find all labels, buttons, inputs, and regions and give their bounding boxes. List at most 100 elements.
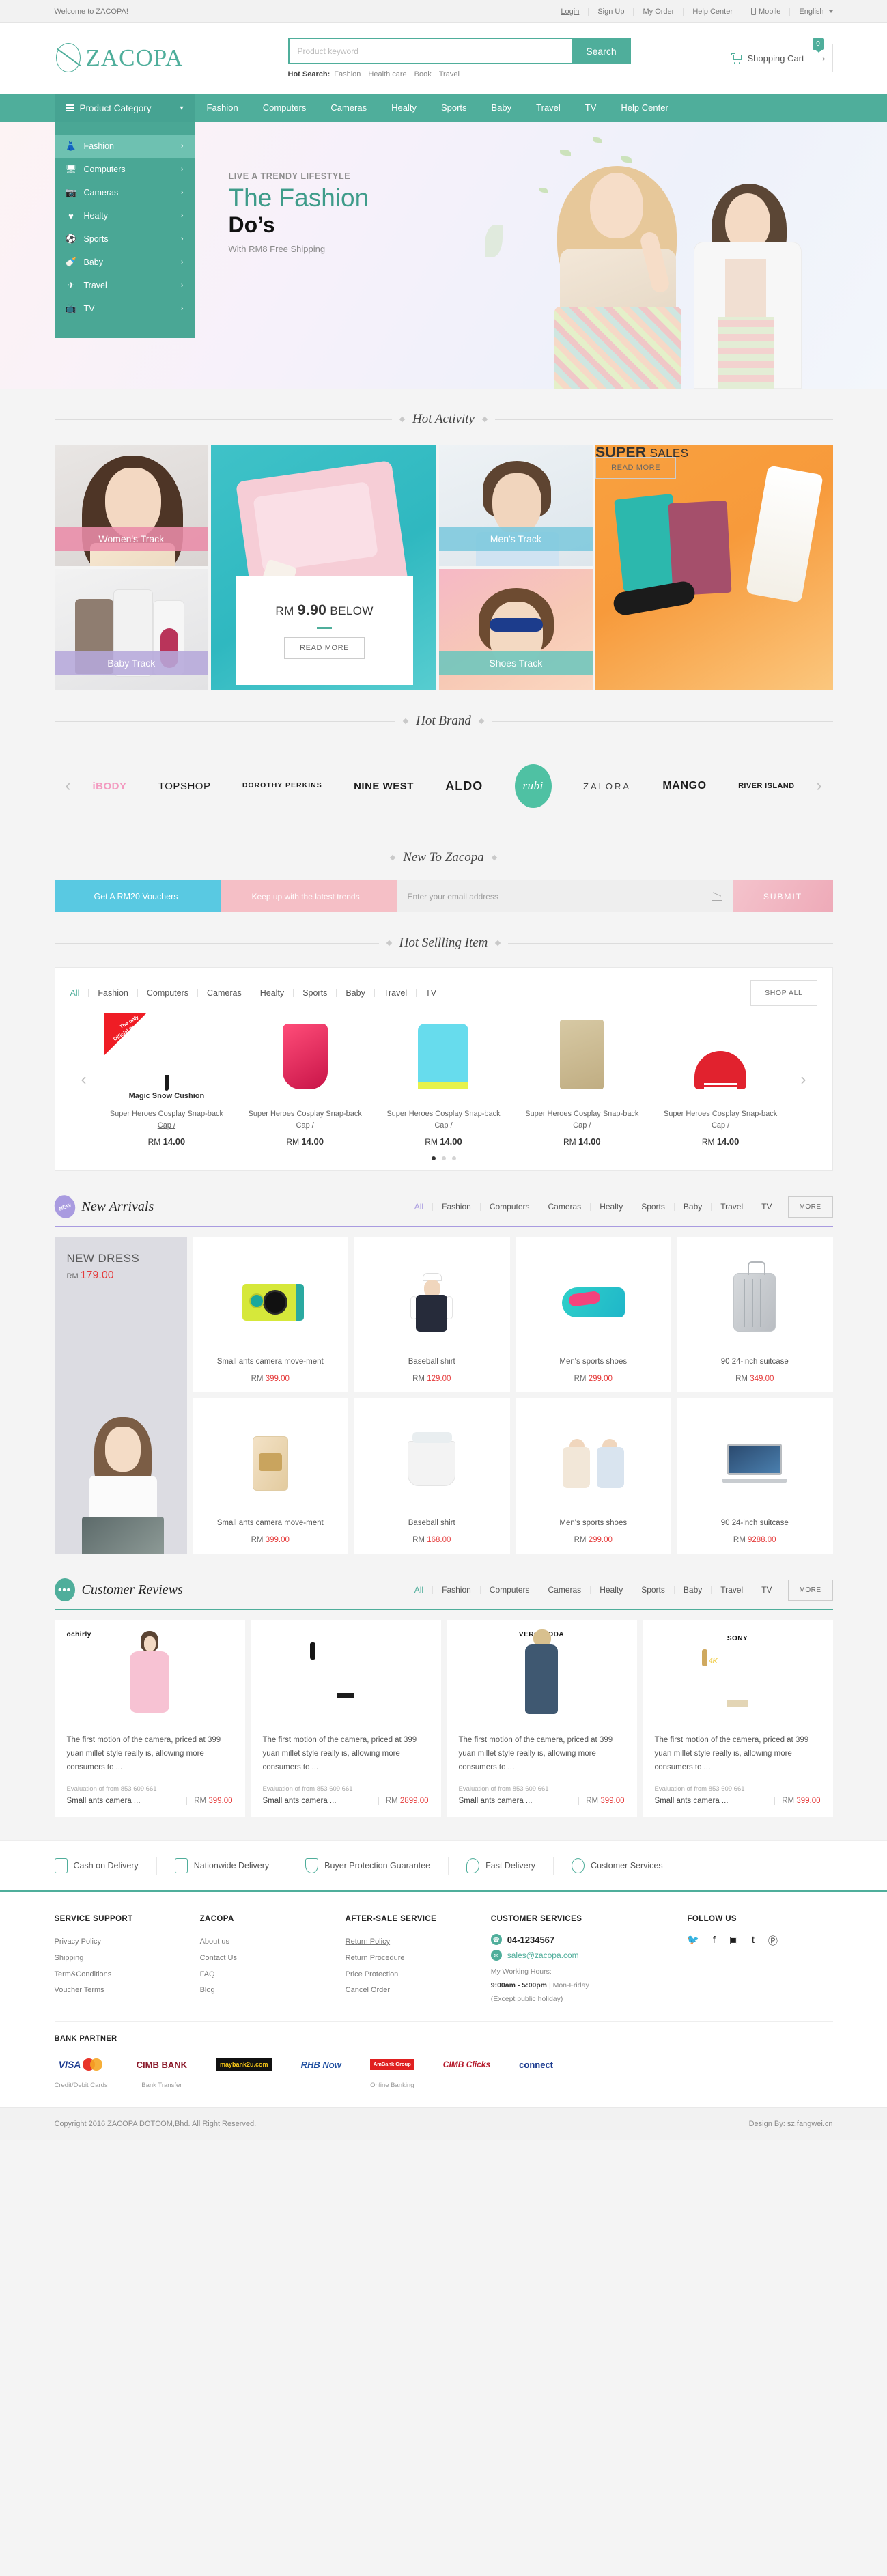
- brand-mango[interactable]: MANGO: [662, 780, 706, 792]
- new-arrivals-feature-card[interactable]: NEW DRESS RM 179.00: [54, 1237, 187, 1554]
- nav-item-sports[interactable]: Sports: [429, 94, 479, 122]
- hot-search-term-book[interactable]: Book: [414, 70, 432, 79]
- sidebar-item-cameras[interactable]: 📷 Cameras ›: [55, 181, 195, 204]
- product-card[interactable]: 90 24-inch suitcase RM 349.00: [677, 1237, 833, 1392]
- signup-link[interactable]: Sign Up: [589, 7, 634, 16]
- search-button[interactable]: Search: [572, 38, 631, 64]
- instagram-icon[interactable]: ▣: [729, 1934, 738, 1948]
- sidebar-item-travel[interactable]: ✈ Travel ›: [55, 274, 195, 297]
- product-card[interactable]: 90 24-inch suitcase RM 9288.00: [677, 1398, 833, 1554]
- tab-cameras[interactable]: Cameras: [539, 1586, 591, 1594]
- tab-cameras[interactable]: Cameras: [198, 989, 251, 997]
- product-card[interactable]: Super Heroes Cosplay Snap-back Cap / RM …: [236, 1013, 374, 1147]
- tumblr-icon[interactable]: t: [752, 1934, 755, 1948]
- tab-all[interactable]: All: [414, 1203, 434, 1211]
- service-buyer-protection[interactable]: Buyer Protection Guarantee: [287, 1857, 449, 1875]
- tab-cameras[interactable]: Cameras: [539, 1203, 591, 1211]
- activity-card-womens-track[interactable]: Women's Track: [54, 445, 209, 566]
- footer-email[interactable]: sales@zacopa.com: [507, 1950, 579, 1960]
- tab-computers[interactable]: Computers: [481, 1586, 539, 1594]
- hot-search-term-travel[interactable]: Travel: [439, 70, 460, 79]
- footer-link-blog[interactable]: Blog: [200, 1983, 346, 1999]
- service-cash-on-delivery[interactable]: Cash on Delivery: [54, 1857, 157, 1875]
- footer-link-contact-us[interactable]: Contact Us: [200, 1950, 346, 1967]
- product-title[interactable]: Super Heroes Cosplay Snap-back Cap /: [103, 1108, 231, 1131]
- product-title[interactable]: Super Heroes Cosplay Snap-back Cap /: [380, 1108, 507, 1131]
- language-selector[interactable]: English: [790, 8, 833, 16]
- product-title[interactable]: Super Heroes Cosplay Snap-back Cap /: [241, 1108, 369, 1131]
- sidebar-item-baby[interactable]: 🍼 Baby ›: [55, 251, 195, 274]
- footer-link-privacy-policy[interactable]: Privacy Policy: [55, 1934, 200, 1950]
- pinterest-icon[interactable]: Ⓟ: [768, 1934, 778, 1948]
- nav-item-computers[interactable]: Computers: [251, 94, 319, 122]
- nav-item-help-center[interactable]: Help Center: [608, 94, 680, 122]
- footer-link-about-us[interactable]: About us: [200, 1934, 346, 1950]
- nav-item-healty[interactable]: Healty: [379, 94, 429, 122]
- product-card[interactable]: Super Heroes Cosplay Snap-back Cap / RM …: [651, 1013, 790, 1147]
- carousel-dot-2[interactable]: [441, 1156, 446, 1160]
- product-card[interactable]: Super Heroes Cosplay Snap-back Cap / RM …: [374, 1013, 513, 1147]
- facebook-icon[interactable]: f: [713, 1934, 716, 1948]
- newsletter-submit-button[interactable]: SUBMIT: [733, 880, 833, 912]
- tab-healty[interactable]: Healty: [591, 1203, 633, 1211]
- product-card[interactable]: Men's sports shoes RM 299.00: [515, 1398, 671, 1554]
- product-card[interactable]: Men's sports shoes RM 299.00: [515, 1237, 671, 1392]
- tab-baby[interactable]: Baby: [675, 1203, 712, 1211]
- footer-link-faq[interactable]: FAQ: [200, 1967, 346, 1983]
- promo-right-read-more-button[interactable]: READ MORE: [595, 457, 677, 479]
- tab-all[interactable]: All: [414, 1586, 434, 1594]
- activity-card-super-sales[interactable]: SUPER SALES READ MORE: [595, 445, 833, 690]
- review-card[interactable]: SONY 4K 65" The first motion of the camer…: [642, 1620, 833, 1818]
- reviews-more-button[interactable]: MORE: [787, 1579, 833, 1601]
- tab-tv[interactable]: TV: [417, 989, 445, 998]
- login-link[interactable]: Login: [552, 7, 589, 16]
- product-title[interactable]: Super Heroes Cosplay Snap-back Cap /: [657, 1108, 785, 1131]
- tab-computers[interactable]: Computers: [481, 1203, 539, 1211]
- activity-card-mens-track[interactable]: Men's Track: [438, 445, 593, 566]
- tab-fashion[interactable]: Fashion: [433, 1203, 481, 1211]
- hot-search-term-healthcare[interactable]: Health care: [368, 70, 406, 79]
- nav-item-travel[interactable]: Travel: [524, 94, 573, 122]
- tab-baby[interactable]: Baby: [675, 1586, 712, 1594]
- footer-link-price-protection[interactable]: Price Protection: [346, 1967, 491, 1983]
- product-category-button[interactable]: Product Category ▾: [54, 94, 195, 122]
- tab-all[interactable]: All: [70, 989, 89, 997]
- carousel-dot-1[interactable]: [431, 1156, 436, 1160]
- nav-item-baby[interactable]: Baby: [479, 94, 524, 122]
- tab-tv[interactable]: TV: [752, 1203, 780, 1211]
- service-customer-services[interactable]: Customer Services: [554, 1857, 681, 1875]
- activity-card-shoes-track[interactable]: Shoes Track: [438, 569, 593, 690]
- product-card[interactable]: Small ants camera move-ment RM 399.00: [192, 1237, 348, 1392]
- tab-healty[interactable]: Healty: [591, 1586, 633, 1594]
- footer-link-return-procedure[interactable]: Return Procedure: [346, 1950, 491, 1967]
- nav-item-cameras[interactable]: Cameras: [318, 94, 379, 122]
- tab-travel[interactable]: Travel: [375, 989, 417, 997]
- brand-prev-button[interactable]: ‹: [55, 776, 82, 796]
- brand-nine-west[interactable]: NINE WEST: [354, 781, 414, 792]
- footer-email-row[interactable]: ✉ sales@zacopa.com: [490, 1950, 688, 1961]
- tab-computers[interactable]: Computers: [138, 989, 199, 997]
- tab-tv[interactable]: TV: [752, 1586, 780, 1594]
- brand-ibody[interactable]: iBODY: [93, 781, 127, 792]
- footer-link-cancel-order[interactable]: Cancel Order: [346, 1983, 491, 1999]
- tab-sports[interactable]: Sports: [294, 989, 337, 997]
- tab-sports[interactable]: Sports: [632, 1586, 675, 1594]
- hot-search-term-fashion[interactable]: Fashion: [334, 70, 361, 79]
- service-nationwide-delivery[interactable]: Nationwide Delivery: [157, 1857, 288, 1875]
- tab-baby[interactable]: Baby: [337, 989, 375, 997]
- service-fast-delivery[interactable]: Fast Delivery: [449, 1857, 554, 1875]
- tab-fashion[interactable]: Fashion: [89, 989, 138, 997]
- shopping-cart-button[interactable]: Shopping Cart › 0: [723, 38, 833, 72]
- sidebar-item-sports[interactable]: ⚽ Sports ›: [55, 227, 195, 251]
- promo-left-read-more-button[interactable]: READ MORE: [284, 636, 365, 659]
- product-card[interactable]: Baseball shirt RM 129.00: [354, 1237, 510, 1392]
- review-card[interactable]: ochirly The first motion of the camera, …: [54, 1620, 245, 1818]
- hot-selling-prev-button[interactable]: ‹: [70, 1070, 98, 1089]
- my-order-link[interactable]: My Order: [634, 7, 684, 16]
- product-card[interactable]: Small ants camera move-ment RM 399.00: [192, 1398, 348, 1554]
- sidebar-item-computers[interactable]: 🖥 Computers ›: [55, 158, 195, 181]
- brand-next-button[interactable]: ›: [806, 776, 833, 796]
- product-card[interactable]: The only Official Distributor Magic Snow …: [98, 1013, 236, 1147]
- product-card[interactable]: Baseball shirt RM 168.00: [354, 1398, 510, 1554]
- footer-link-return-policy[interactable]: Return Policy: [346, 1934, 491, 1950]
